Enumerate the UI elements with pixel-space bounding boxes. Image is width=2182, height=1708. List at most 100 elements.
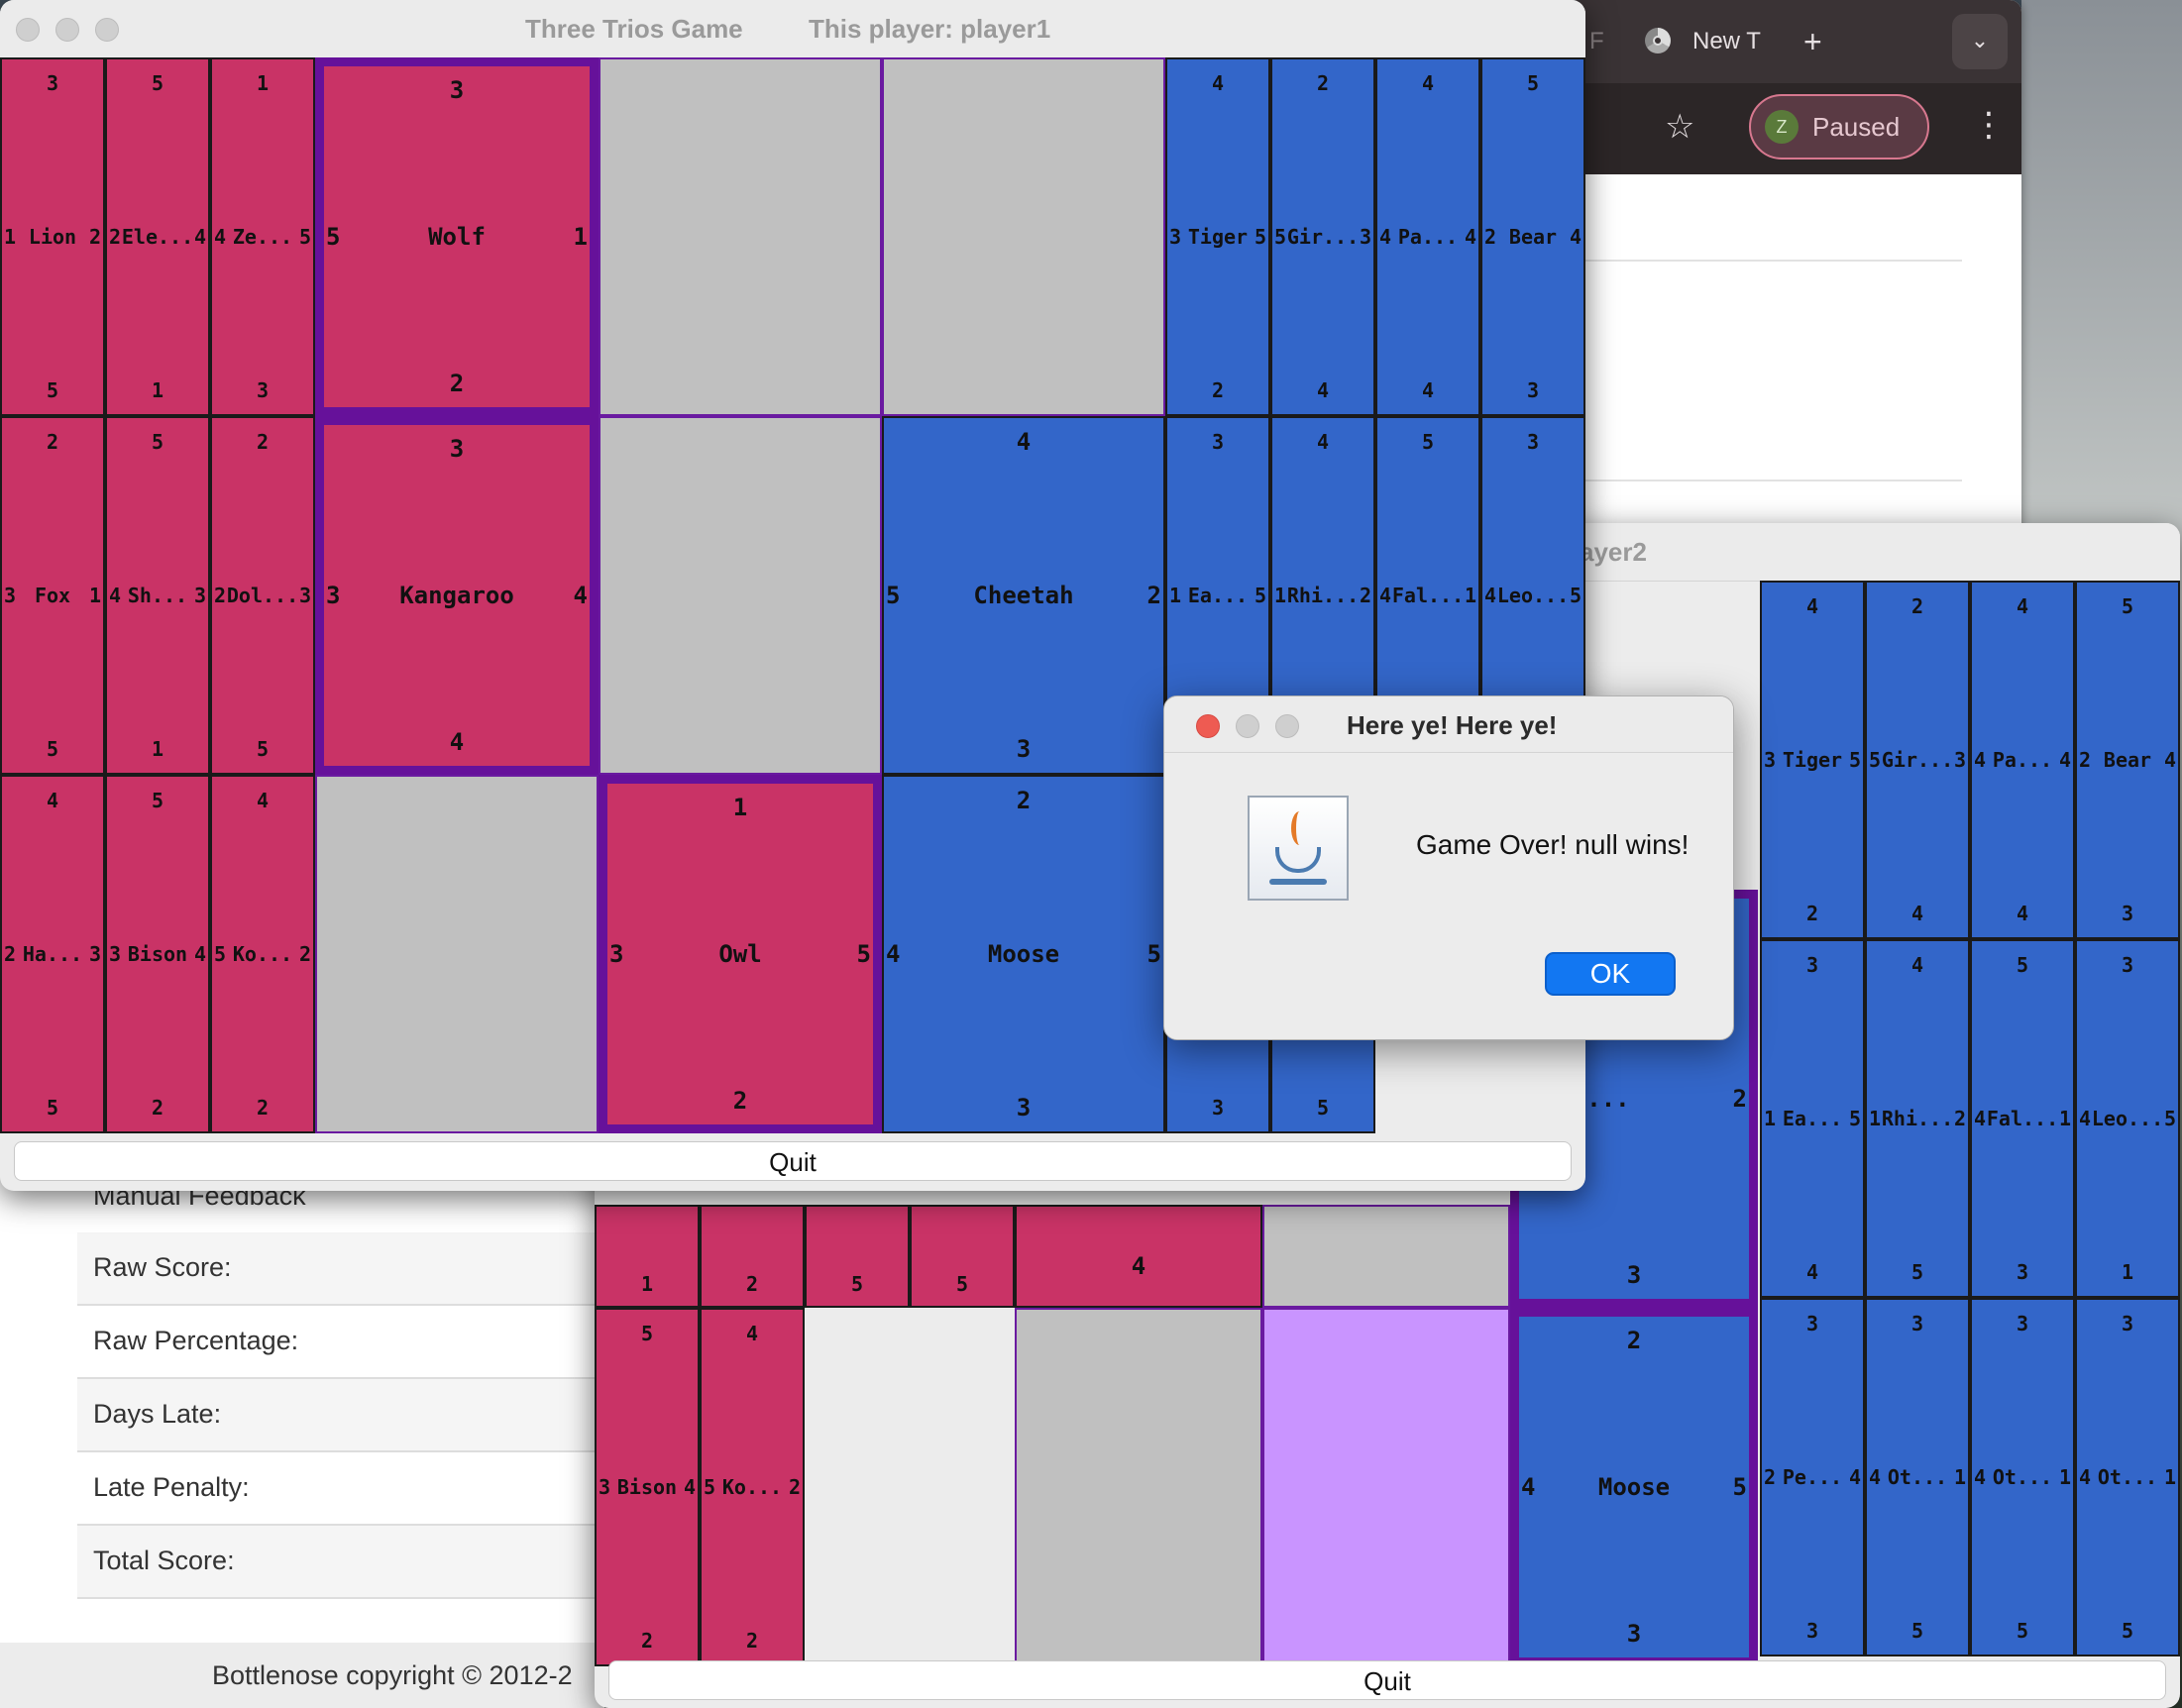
zoom-window-icon[interactable] — [95, 18, 119, 42]
hand-card-player1[interactable]: 2 5 2 3 Dol... — [210, 416, 315, 775]
kebab-menu-icon[interactable]: ⋮ — [1972, 105, 2006, 145]
tab-search-dropdown-button[interactable]: ⌄ — [1952, 14, 2008, 69]
south-value: 1 — [151, 737, 164, 761]
hand-card-player2[interactable]: 3 5 4 1 Ot... — [1865, 1298, 1970, 1656]
south-value: 4 — [1805, 1260, 1819, 1284]
raw-percentage-row: Raw Percentage: — [77, 1306, 604, 1379]
north-value: 5 — [2121, 594, 2134, 618]
board-cell-empty[interactable] — [882, 57, 1165, 416]
south-value: 3 — [1526, 378, 1540, 402]
south-value: 1 — [640, 1272, 654, 1296]
board-cell-empty[interactable] — [599, 57, 882, 416]
board-cell-empty[interactable] — [315, 775, 599, 1133]
card-name: Ele... — [121, 225, 194, 249]
hand-card-player2[interactable]: 3 5 4 1 Ot... — [1970, 1298, 2075, 1656]
card-name: Pa... — [1397, 225, 1459, 249]
south-value: 5 — [1910, 1619, 1924, 1643]
south-value: 5 — [256, 737, 270, 761]
quit-button[interactable]: Quit — [608, 1660, 2166, 1700]
board-card-owl[interactable]: 1 2 3 5 Owl — [599, 775, 882, 1133]
board-card-cheetah[interactable]: 4 3 5 2 Cheetah — [882, 416, 1165, 775]
card-name: Tiger — [1187, 225, 1249, 249]
close-dialog-icon[interactable] — [1196, 714, 1220, 738]
hand-card-player2[interactable]: 4 4 4 4 Pa... — [1375, 57, 1480, 416]
card-name: Bison — [616, 1475, 678, 1499]
south-value: 1 — [151, 378, 164, 402]
hand-card-player1[interactable]: 4 2 5 2 Ko... — [210, 775, 315, 1133]
bookmark-star-icon[interactable]: ☆ — [1665, 107, 1694, 147]
north-value: 3 — [2016, 1312, 2029, 1335]
hand-card-player2[interactable]: 5 3 2 4 Bear — [2075, 581, 2180, 939]
north-value: 3 — [1910, 1312, 1924, 1335]
card-name: Fal... — [1391, 584, 1465, 607]
board-cell-empty[interactable] — [599, 416, 882, 775]
browser-tab-partial[interactable]: F — [1589, 18, 1604, 65]
quit-button[interactable]: Quit — [14, 1141, 1572, 1181]
hand-card-player2[interactable]: 4 2 3 5 Tiger — [1165, 57, 1270, 416]
card-name: Ot... — [1992, 1465, 2053, 1489]
north-value: 4 — [1910, 953, 1924, 977]
board-card-kangaroo[interactable]: 3 4 3 4 Kangaroo — [315, 416, 599, 775]
hand-card-player2[interactable]: 4 4 4 4 Pa... — [1970, 581, 2075, 939]
hand-card-player2[interactable]: 5 3 4 1 Fal... — [1970, 939, 2075, 1298]
profile-paused-button[interactable]: Z Paused — [1749, 94, 1929, 160]
south-value: 5 — [1316, 1096, 1330, 1120]
window-titlebar: Three Trios Game This player: player1 — [0, 0, 1585, 58]
hand-card-player1[interactable]: 1 3 4 5 Ze... — [210, 57, 315, 416]
south-value: 5 — [955, 1272, 969, 1296]
close-window-icon[interactable] — [16, 18, 40, 42]
south-value: 3 — [256, 378, 270, 402]
browser-tab-new[interactable]: New T — [1692, 18, 1761, 65]
minimize-window-icon[interactable] — [55, 18, 79, 42]
hand-card-player2[interactable]: 4 2 3 5 Tiger — [1760, 581, 1865, 939]
board-card-moose[interactable]: 2 3 4 5 Moose — [882, 775, 1165, 1133]
south-value: 5 — [2016, 1619, 2029, 1643]
hand-card-player2[interactable]: 3 4 1 5 Ea... — [1760, 939, 1865, 1298]
ok-button[interactable]: OK — [1545, 952, 1676, 996]
bottlenose-page: Manual Feedback Raw Score: Raw Percentag… — [0, 1169, 604, 1708]
board-card-wolf[interactable]: 3 2 5 1 Wolf — [315, 57, 599, 416]
chrome-icon — [1645, 28, 1671, 53]
hand-card-player2[interactable]: 4 5 1 2 Rhi... — [1865, 939, 1970, 1298]
hand-card-player1[interactable]: 5 1 2 4 Ele... — [105, 57, 210, 416]
card-name: Cheetah — [973, 582, 1074, 609]
board-card-moose[interactable]: 2 3 4 5 Moose — [1510, 1308, 1758, 1666]
north-value: 3 — [449, 76, 465, 104]
hand-card-player2[interactable]: 3 5 4 1 Ot... — [2075, 1298, 2180, 1656]
hand-card-player1[interactable]: 4 5 2 3 Ha... — [0, 775, 105, 1133]
board-cell-highlighted[interactable] — [1262, 1308, 1510, 1666]
hand-card-player2[interactable]: 3 3 2 4 Pe... — [1760, 1298, 1865, 1656]
hand-card-player1[interactable]: 2 5 3 1 Fox — [0, 416, 105, 775]
card-name: Bear — [1508, 225, 1558, 249]
board-card-kangaroo[interactable]: 4 — [1015, 1205, 1262, 1308]
new-tab-plus-icon[interactable]: + — [1803, 18, 1822, 65]
hand-card-player1[interactable]: 3 5 1 2 Lion — [0, 57, 105, 416]
north-value: 3 — [1805, 953, 1819, 977]
window-title: Three Trios Game — [525, 14, 743, 44]
north-value: 5 — [151, 71, 164, 95]
hand-card-player1[interactable]: 5 2 3 4 Bison — [105, 775, 210, 1133]
east-value: 2 — [1732, 1085, 1747, 1113]
hand-card-player1[interactable]: 5 — [805, 1205, 910, 1308]
south-value: 3 — [1626, 1620, 1642, 1648]
card-name: Bear — [2103, 748, 2152, 772]
hand-card-player1[interactable]: 2 — [700, 1205, 805, 1308]
card-name: Rhi... — [1881, 1107, 1954, 1130]
hand-card-player2[interactable]: 2 4 5 3 Gir... — [1270, 57, 1375, 416]
north-value: 2 — [46, 430, 59, 454]
hand-card-player2[interactable]: 3 1 4 5 Leo... — [2075, 939, 2180, 1298]
card-name: Owl — [718, 940, 762, 968]
hand-card-player1[interactable]: 5 1 4 3 Sh... — [105, 416, 210, 775]
hand-card-player1[interactable]: 5 — [910, 1205, 1015, 1308]
card-name: Ha... — [22, 942, 83, 966]
hand-card-player2[interactable]: 2 4 5 3 Gir... — [1865, 581, 1970, 939]
north-value: 4 — [1421, 71, 1435, 95]
hand-card-player2[interactable]: 5 3 2 4 Bear — [1480, 57, 1585, 416]
board-cell-empty[interactable] — [1015, 1308, 1262, 1666]
hand-card-player1[interactable]: 5 2 3 4 Bison — [595, 1308, 700, 1666]
south-value: 2 — [745, 1629, 759, 1653]
hand-card-player1[interactable]: 1 — [595, 1205, 700, 1308]
board-cell-empty[interactable] — [1262, 1205, 1510, 1308]
north-value: 4 — [256, 789, 270, 812]
hand-card-player1[interactable]: 4 2 5 2 Ko... — [700, 1308, 805, 1666]
